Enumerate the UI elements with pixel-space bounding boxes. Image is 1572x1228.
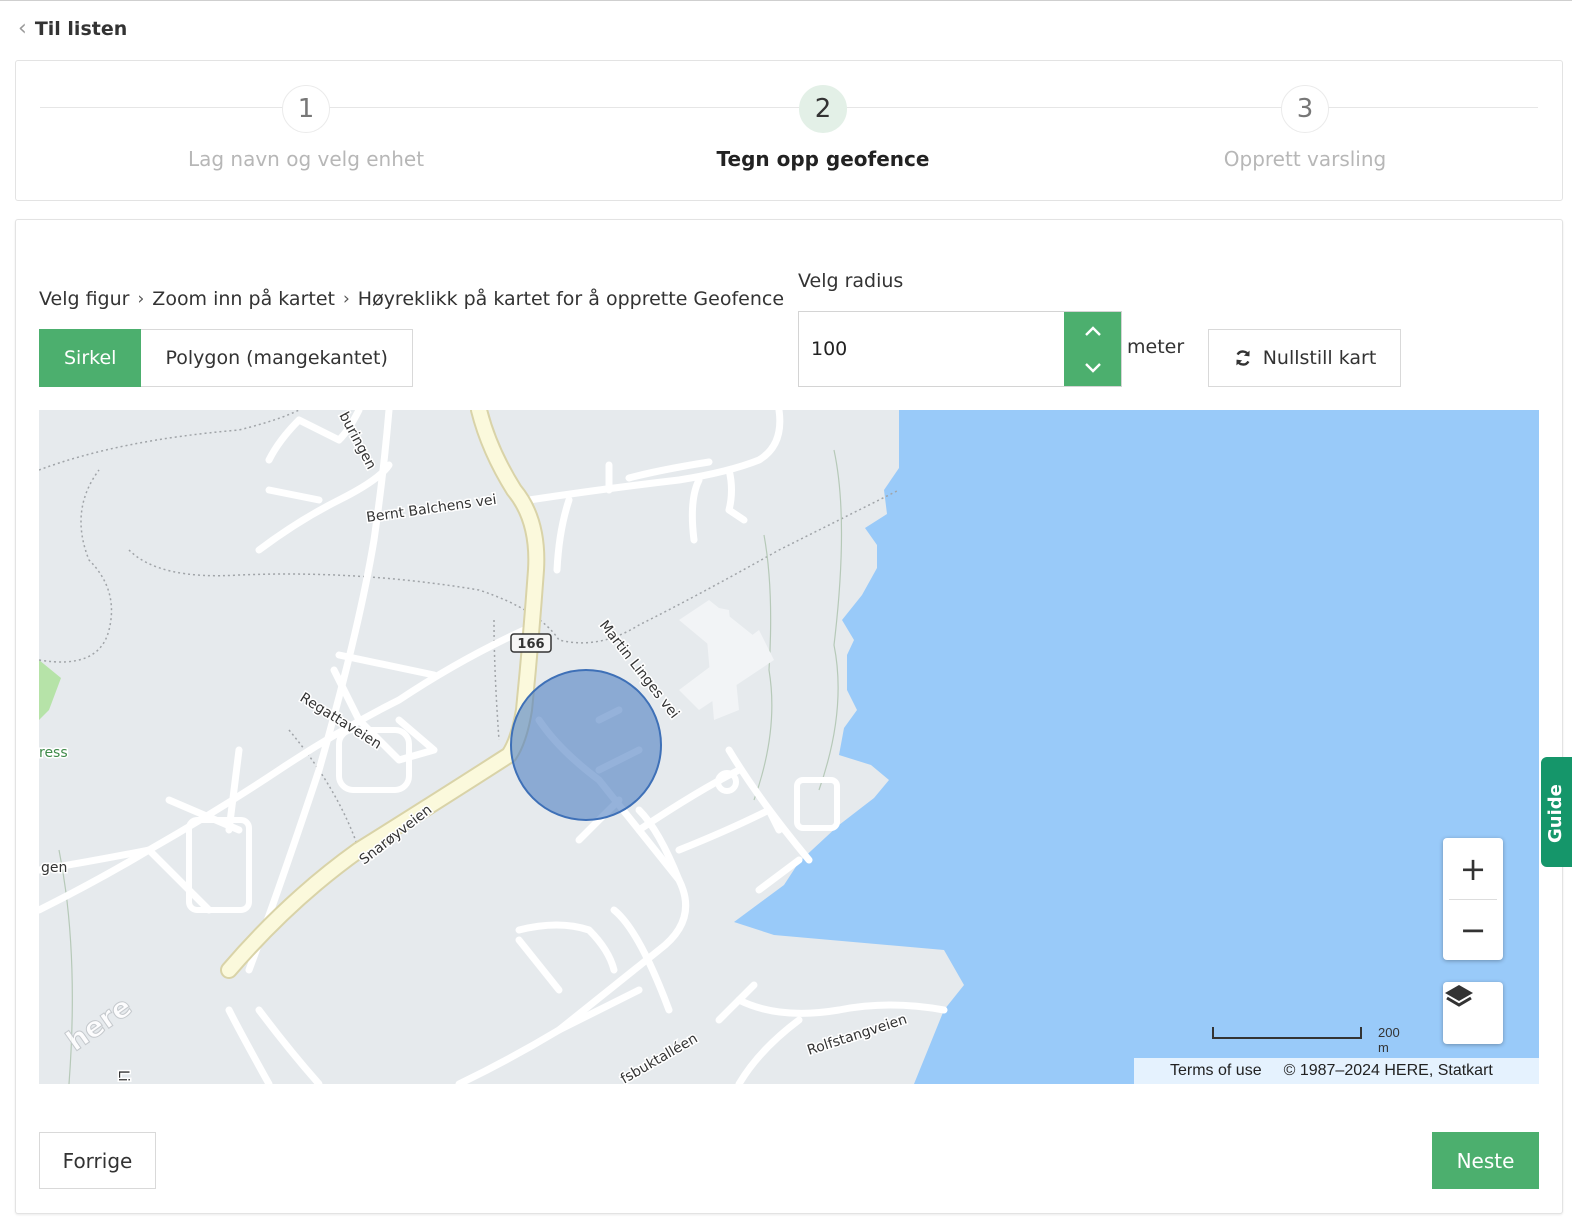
route-shield-label: 166 [517,637,544,652]
circle-shape-button[interactable]: Sirkel [39,329,142,387]
scale-bar: 200 m [1212,1025,1400,1055]
back-link-label: Til listen [34,18,128,40]
instruction-step-3: Høyreklikk på kartet for å opprette Geof… [357,288,785,310]
scale-bar-line [1212,1027,1362,1039]
map-attribution: Terms of use © 1987–2024 HERE, Statkart [1134,1058,1539,1084]
chevron-down-icon [1084,362,1101,373]
zoom-in-button[interactable]: + [1443,838,1503,899]
progress-stepper: 1 Lag navn og velg enhet 2 Tegn opp geof… [15,60,1563,201]
poi-label-ress: ress [39,745,68,761]
street-label-li: Li [115,1070,131,1082]
step-2-label: Tegn opp geofence [716,147,930,171]
radius-spin-buttons [1064,312,1121,386]
step-3-number: 3 [1281,85,1329,133]
route-shield-166: 166 [510,633,552,653]
map-layers-button[interactable] [1443,982,1503,1044]
zoom-out-button[interactable]: − [1443,899,1503,960]
step-2: 2 Tegn opp geofence [623,85,1023,171]
polygon-shape-button[interactable]: Polygon (mangekantet) [141,329,413,387]
instruction-breadcrumb: Velg figur › Zoom inn på kartet › Høyrek… [39,288,784,310]
reset-map-button[interactable]: Nullstill kart [1208,329,1401,387]
chevron-up-icon [1084,325,1101,336]
zoom-divider [1449,899,1497,900]
back-to-list-link[interactable]: ‹ Til listen [18,14,127,44]
guide-tab-label: Guide [1545,784,1566,843]
radius-label: Velg radius [798,270,904,292]
map-canvas[interactable]: 166 Bernt Balchens vei Martin Linges vei… [39,410,1539,1084]
top-divider [0,0,1572,1]
radius-stepper: 100 [798,311,1122,387]
geofence-circle[interactable] [510,669,662,821]
chevron-right-icon: › [342,289,350,309]
chevron-right-icon: › [137,289,145,309]
chevron-left-icon: ‹ [18,16,27,41]
guide-tab[interactable]: Guide [1541,757,1572,867]
step-3: 3 Opprett varsling [1105,85,1505,171]
step-1-number: 1 [282,85,330,133]
reset-map-label: Nullstill kart [1262,347,1377,369]
step-2-number: 2 [799,85,847,133]
radius-increment-button[interactable] [1064,312,1121,349]
previous-button[interactable]: Forrige [39,1132,156,1189]
step-3-label: Opprett varsling [1223,147,1387,171]
step-1: 1 Lag navn og velg enhet [106,85,506,171]
copyright-text: © 1987–2024 HERE, Statkart [1283,1062,1493,1079]
next-button[interactable]: Neste [1432,1132,1539,1189]
radius-input[interactable]: 100 [799,312,1064,386]
instruction-step-2: Zoom inn på kartet [152,288,335,310]
radius-unit: meter [1127,336,1185,358]
step-1-label: Lag navn og velg enhet [187,147,425,171]
scale-label: 200 m [1378,1025,1400,1055]
radius-decrement-button[interactable] [1064,349,1121,386]
map-view[interactable]: 166 Bernt Balchens vei Martin Linges vei… [39,410,1539,1084]
street-label-gen: gen [41,860,67,876]
zoom-control: + − [1443,838,1503,960]
refresh-icon [1236,350,1250,366]
layers-icon [1445,985,1473,1007]
instruction-step-1: Velg figur [39,288,130,310]
shape-selector: Sirkel Polygon (mangekantet) [39,329,413,387]
terms-of-use-link[interactable]: Terms of use [1170,1062,1262,1080]
